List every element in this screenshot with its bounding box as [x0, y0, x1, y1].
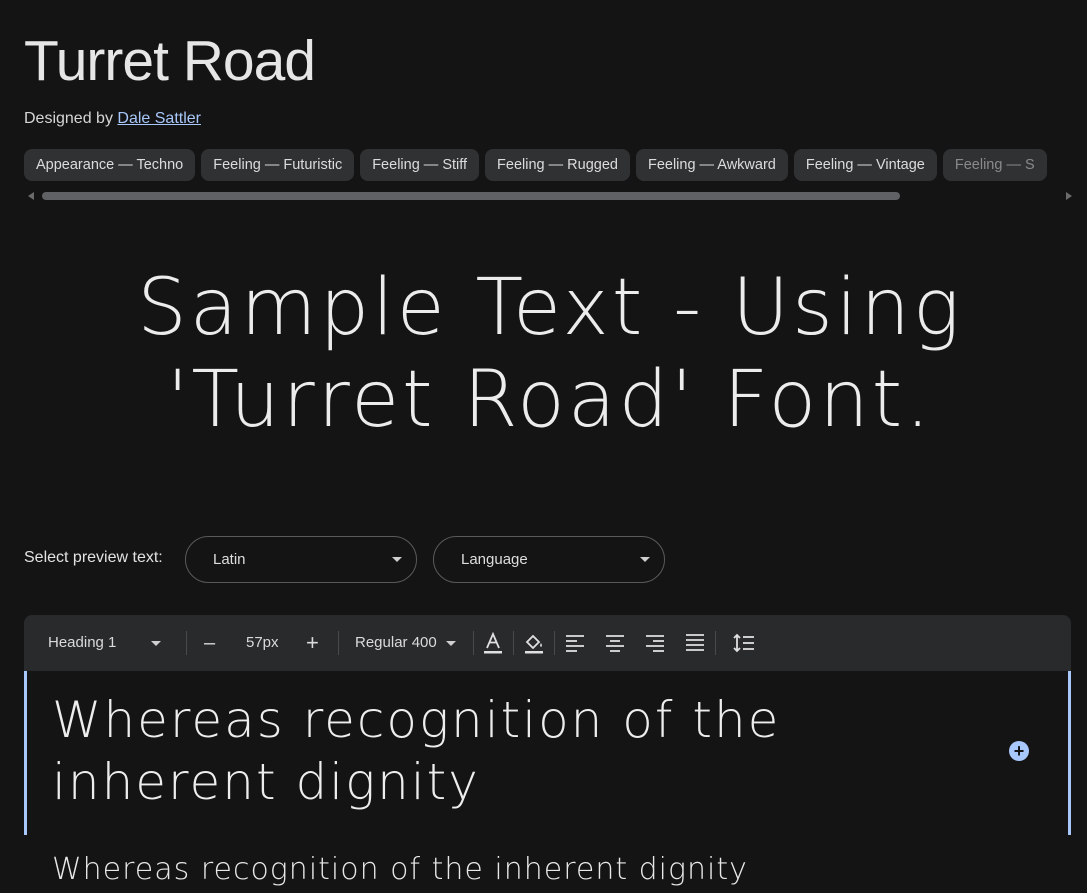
chevron-down-icon: [446, 641, 456, 646]
toolbar-divider: [554, 631, 555, 655]
font-page: Turret Road Designed by Dale Sattler App…: [0, 0, 1087, 893]
weight-select[interactable]: Regular 400: [355, 615, 473, 671]
scroll-thumb[interactable]: [42, 192, 900, 200]
font-title: Turret Road: [24, 29, 316, 93]
tag-chip[interactable]: Feeling — S: [942, 149, 1047, 181]
toolbar-divider: [338, 631, 339, 655]
language-select[interactable]: Language: [433, 536, 665, 583]
weight-select-value: Regular 400: [355, 634, 437, 651]
toolbar-divider: [186, 631, 187, 655]
toolbar-divider: [715, 631, 716, 655]
sample-text: Sample Text - Using 'Turret Road' Font.: [137, 263, 963, 445]
fill-color-icon[interactable]: [522, 631, 546, 655]
tag-chip[interactable]: Feeling — Futuristic: [201, 149, 355, 181]
scroll-left-icon[interactable]: [28, 192, 34, 200]
designer-link[interactable]: Dale Sattler: [117, 110, 201, 127]
tag-chip[interactable]: Feeling — Rugged: [485, 149, 630, 181]
chevron-down-icon: [392, 557, 402, 562]
toolbar-divider: [513, 631, 514, 655]
text-color-icon[interactable]: [481, 631, 505, 655]
editor-toolbar: Heading 1 – 57px + Regular 400: [24, 615, 1071, 671]
align-left-icon[interactable]: [563, 631, 587, 655]
style-select[interactable]: Heading 1: [48, 615, 168, 671]
designer-line: Designed by Dale Sattler: [24, 110, 201, 128]
align-right-icon[interactable]: [643, 631, 667, 655]
language-select-value: Language: [461, 551, 528, 568]
tag-scrollbar[interactable]: [24, 190, 1072, 202]
line-spacing-icon[interactable]: [732, 631, 756, 655]
chevron-down-icon: [151, 641, 161, 646]
decrease-size-button[interactable]: –: [204, 615, 215, 671]
increase-size-button[interactable]: +: [306, 615, 319, 671]
chevron-down-icon: [640, 557, 650, 562]
editor-heading-text[interactable]: Whereas recognition of the inherent dign…: [52, 689, 812, 813]
script-select[interactable]: Latin: [185, 536, 417, 583]
align-justify-icon[interactable]: [683, 631, 707, 655]
align-center-icon[interactable]: [603, 631, 627, 655]
tag-list: Appearance — Techno Feeling — Futuristic F…: [24, 149, 1087, 181]
designed-by-label: Designed by: [24, 110, 113, 127]
tag-chip[interactable]: Feeling — Vintage: [793, 149, 937, 181]
scroll-right-icon[interactable]: [1066, 192, 1072, 200]
font-size-value[interactable]: 57px: [246, 615, 279, 671]
toolbar-divider: [473, 631, 474, 655]
preview-label: Select preview text:: [24, 549, 163, 566]
tag-chip[interactable]: Feeling — Awkward: [635, 149, 788, 181]
editor-body-text[interactable]: Whereas recognition of the inherent dign…: [52, 852, 748, 887]
preview-editor[interactable]: Whereas recognition of the inherent dign…: [24, 671, 1071, 835]
tag-chip[interactable]: Appearance — Techno: [24, 149, 196, 181]
script-select-value: Latin: [213, 551, 246, 568]
style-select-value: Heading 1: [48, 634, 117, 651]
add-circle-icon[interactable]: +: [1009, 741, 1029, 761]
tag-chip[interactable]: Feeling — Stiff: [360, 149, 480, 181]
